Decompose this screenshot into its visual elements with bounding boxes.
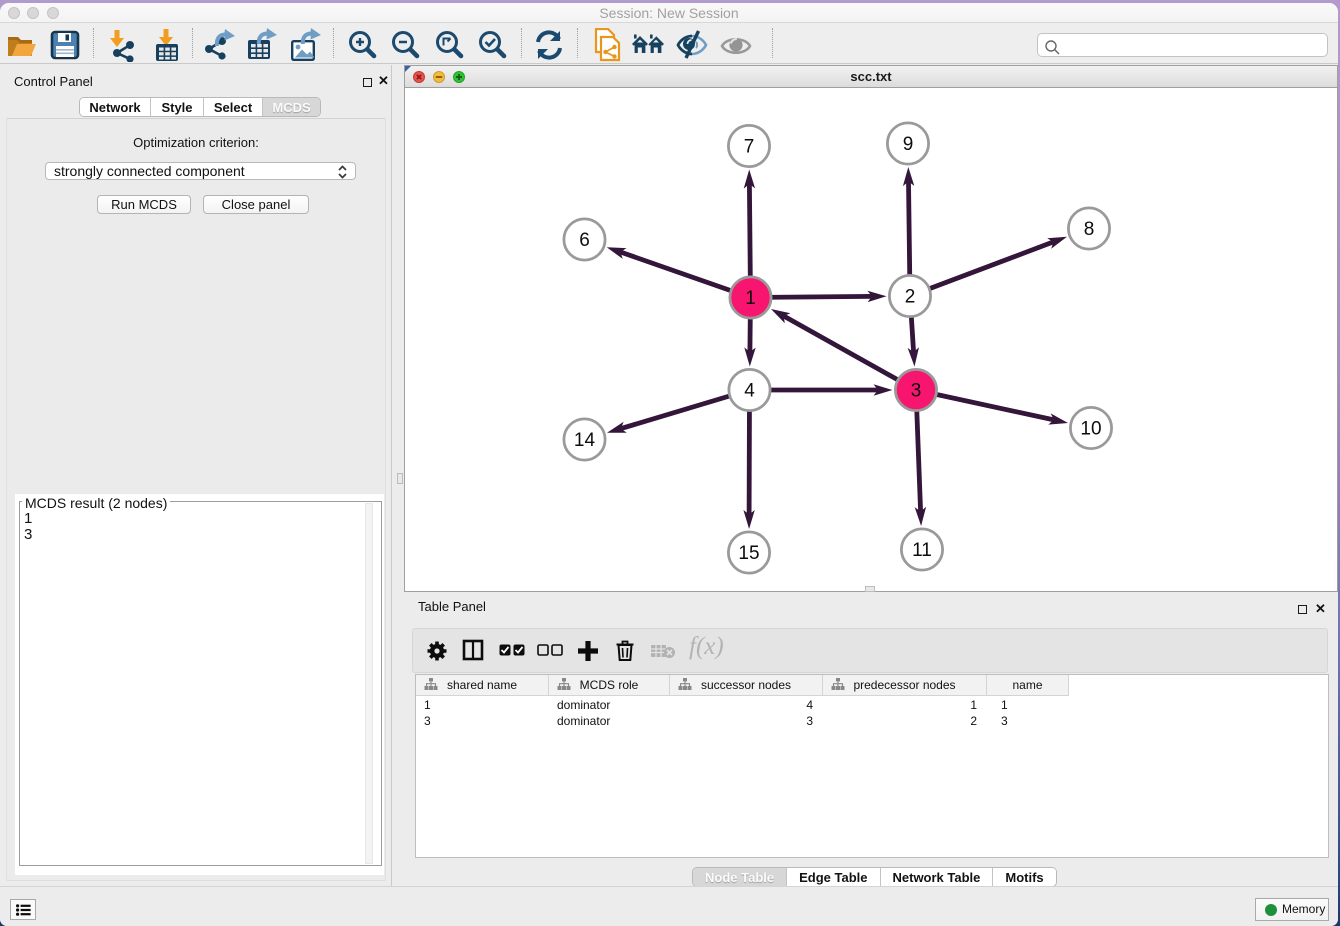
svg-text:3: 3 [911, 381, 922, 402]
svg-text:9: 9 [903, 134, 914, 155]
svg-text:10: 10 [1080, 419, 1101, 440]
svg-text:2: 2 [905, 287, 916, 308]
svg-text:1: 1 [745, 288, 756, 309]
svg-text:4: 4 [744, 381, 755, 402]
svg-text:15: 15 [738, 543, 759, 564]
svg-text:14: 14 [574, 430, 596, 451]
svg-text:7: 7 [744, 137, 755, 158]
svg-text:6: 6 [579, 230, 590, 251]
svg-text:8: 8 [1084, 219, 1095, 240]
svg-text:11: 11 [912, 540, 932, 561]
